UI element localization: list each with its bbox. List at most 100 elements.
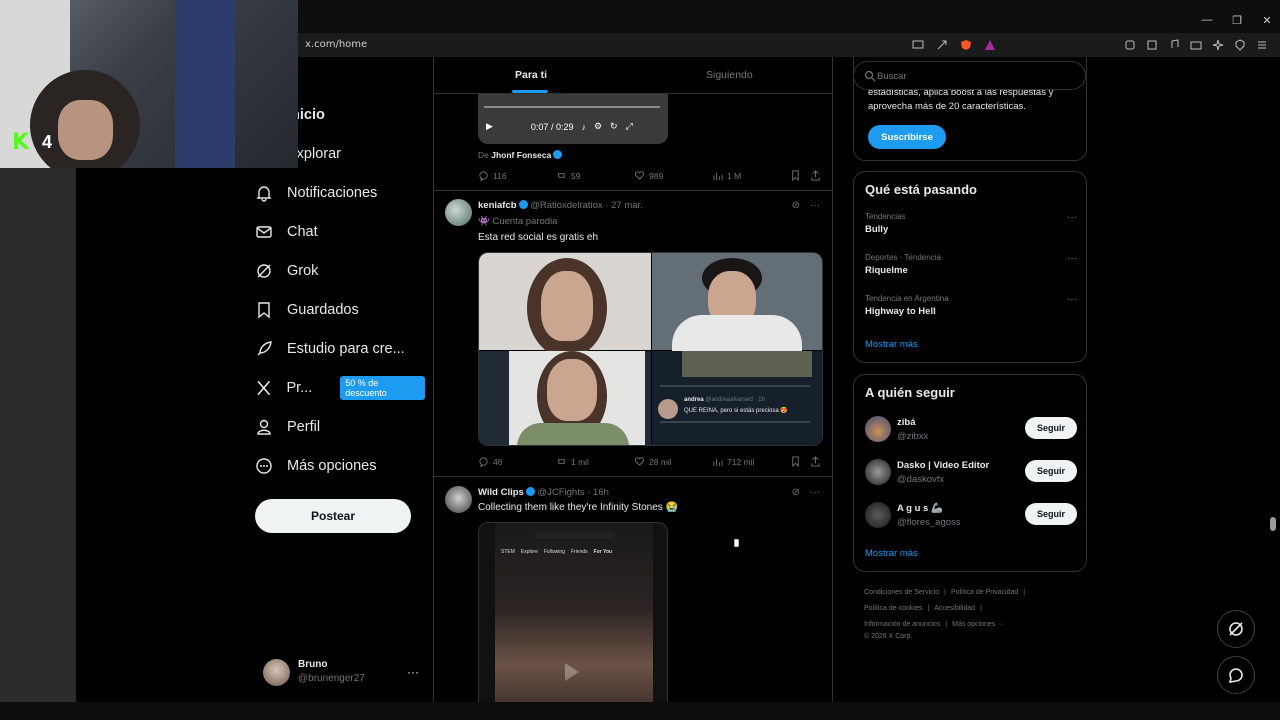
follow-button[interactable]: Seguir	[1025, 417, 1077, 439]
sidebar-item-premium[interactable]: Pr... 50 % de descuento	[255, 370, 425, 406]
follow-suggestion[interactable]: zibá @zibxx Seguir	[865, 416, 1077, 446]
grok-icon[interactable]: ⊘	[792, 487, 800, 498]
author-handle[interactable]: @JCFights	[537, 487, 584, 498]
avatar[interactable]	[865, 459, 891, 485]
settings-icon[interactable]: ⚙	[594, 121, 602, 132]
tweet-time[interactable]: · 27 mar.	[605, 200, 643, 211]
search-input[interactable]: Buscar	[853, 61, 1086, 90]
media-image-1[interactable]	[479, 253, 651, 358]
avatar[interactable]	[865, 502, 891, 528]
sidebar-item-notifications[interactable]: Notificaciones	[255, 175, 377, 211]
reply-button[interactable]: 46	[478, 456, 502, 467]
repost-button[interactable]: 1 mil	[556, 456, 589, 467]
sidebar-item-creator-studio[interactable]: Estudio para cre...	[255, 331, 405, 367]
author-handle[interactable]: @Ratioxdelratiox	[530, 200, 602, 211]
tweet-time[interactable]: · 16h	[587, 487, 609, 498]
play-icon[interactable]: ▶	[486, 121, 493, 132]
follow-suggestion[interactable]: A g u s 🦾 @flores_agoss Seguir	[865, 502, 1077, 532]
share-icon[interactable]	[934, 37, 950, 53]
reply-button[interactable]: 116	[478, 170, 507, 181]
follow-suggestion[interactable]: Dasko | Video Editor @daskovfx Seguir	[865, 459, 1077, 489]
subscribe-button[interactable]: Suscribirse	[868, 125, 946, 149]
media-grid[interactable]: andrea @andreaalvarsed · 1h QUE REINA, p…	[478, 252, 823, 446]
account-switcher[interactable]: Bruno @brunenger27 ···	[263, 657, 423, 687]
trends-show-more[interactable]: Mostrar más	[865, 339, 918, 350]
grok-fab-button[interactable]	[1217, 610, 1255, 648]
suggestion-name[interactable]: A g u s 🦾	[897, 503, 943, 514]
trend-item[interactable]: Deportes · Tendencia Riquelme ···	[865, 253, 1077, 276]
trend-item[interactable]: Tendencia en Argentina Highway to Hell ·…	[865, 294, 1077, 317]
reader-icon[interactable]	[1144, 37, 1160, 53]
media-image-3[interactable]	[479, 351, 651, 445]
like-button[interactable]: 989	[634, 170, 663, 181]
author-name[interactable]: keniafcb	[478, 200, 517, 211]
source-name[interactable]: Jhonf Fonseca	[491, 150, 551, 160]
post-button[interactable]: Postear	[255, 499, 411, 533]
video-progress-bar[interactable]	[484, 106, 660, 108]
loop-icon[interactable]: ↻	[610, 121, 618, 132]
more-icon[interactable]: ···	[407, 665, 419, 679]
like-button[interactable]: 28 mil	[634, 456, 672, 467]
puzzle-icon[interactable]	[1122, 37, 1138, 53]
trend-item[interactable]: Tendencias Bully ···	[865, 212, 1077, 235]
footer-link[interactable]: Accesibilidad	[934, 605, 975, 612]
footer-link[interactable]: Información de anuncios	[864, 621, 940, 628]
views-button[interactable]: 712 mil	[712, 456, 754, 467]
sidebar-item-more[interactable]: Más opciones	[255, 448, 376, 484]
more-icon[interactable]: ···	[810, 487, 820, 498]
cast-icon[interactable]	[910, 37, 926, 53]
sidebar-item-bookmarks[interactable]: Guardados	[255, 292, 359, 328]
media-image-2[interactable]	[652, 253, 822, 355]
leo-icon[interactable]	[1210, 37, 1226, 53]
video-player[interactable]: ▶ 0:07 / 0:29 ♪ ⚙ ↻ ⤢	[478, 94, 668, 144]
repost-button[interactable]: 59	[556, 170, 580, 181]
sidebar-item-grok[interactable]: Grok	[255, 253, 318, 289]
scrollbar-thumb[interactable]	[1270, 517, 1276, 531]
url-text[interactable]: x.com/home	[305, 39, 367, 50]
menu-icon[interactable]	[1254, 37, 1270, 53]
volume-icon[interactable]: ♪	[581, 122, 586, 132]
fullscreen-icon[interactable]: ⤢	[626, 121, 633, 132]
footer-link[interactable]: Política de Privacidad	[951, 589, 1018, 596]
more-icon[interactable]: ···	[1067, 253, 1077, 264]
share-button[interactable]	[810, 456, 821, 467]
close-window-button[interactable]: ✕	[1260, 14, 1274, 27]
tab-following[interactable]: Siguiendo	[706, 69, 753, 81]
sidebar-item-profile[interactable]: Perfil	[255, 409, 320, 445]
share-button[interactable]	[810, 170, 821, 181]
follow-button[interactable]: Seguir	[1025, 460, 1077, 482]
video-player[interactable]: STEM Explore Following Friends For You	[478, 522, 668, 702]
restore-button[interactable]: ❐	[1230, 14, 1244, 27]
author-name[interactable]: Wild Clips	[478, 487, 524, 498]
brave-rewards-icon[interactable]	[982, 37, 998, 53]
vpn-shield-icon[interactable]	[1232, 37, 1248, 53]
grok-icon	[257, 264, 271, 278]
bookmark-button[interactable]	[790, 456, 801, 467]
footer-link[interactable]: Condiciones de Servicio	[864, 589, 939, 596]
media-image-4[interactable]: andrea @andreaalvarsed · 1h QUE REINA, p…	[652, 351, 822, 445]
grok-icon[interactable]: ⊘	[792, 200, 800, 211]
wallet-icon[interactable]	[1188, 37, 1204, 53]
bookmark-button[interactable]	[790, 170, 801, 181]
tab-for-you[interactable]: Para ti	[515, 69, 547, 81]
follow-button[interactable]: Seguir	[1025, 503, 1077, 525]
play-icon[interactable]	[565, 663, 579, 681]
views-button[interactable]: 1 M	[712, 170, 741, 181]
sidebar-item-chat[interactable]: Chat	[255, 214, 318, 250]
who-to-follow-show-more[interactable]: Mostrar más	[865, 548, 918, 559]
brave-shield-icon[interactable]	[958, 37, 974, 53]
avatar[interactable]	[865, 416, 891, 442]
suggestion-name[interactable]: zibá	[897, 417, 915, 428]
page-scrollbar[interactable]	[1268, 57, 1278, 702]
messages-fab-button[interactable]	[1217, 656, 1255, 694]
suggestion-name[interactable]: Dasko | Video Editor	[897, 460, 989, 471]
avatar[interactable]	[445, 199, 472, 226]
music-icon[interactable]	[1166, 37, 1182, 53]
footer-link[interactable]: Más opciones ···	[952, 621, 1004, 628]
more-icon[interactable]: ···	[1067, 212, 1077, 223]
footer-link[interactable]: Política de cookies	[864, 605, 922, 612]
more-icon[interactable]: ···	[1067, 294, 1077, 305]
minimize-button[interactable]: —	[1200, 14, 1214, 27]
avatar[interactable]	[445, 486, 472, 513]
more-icon[interactable]: ···	[810, 200, 820, 211]
